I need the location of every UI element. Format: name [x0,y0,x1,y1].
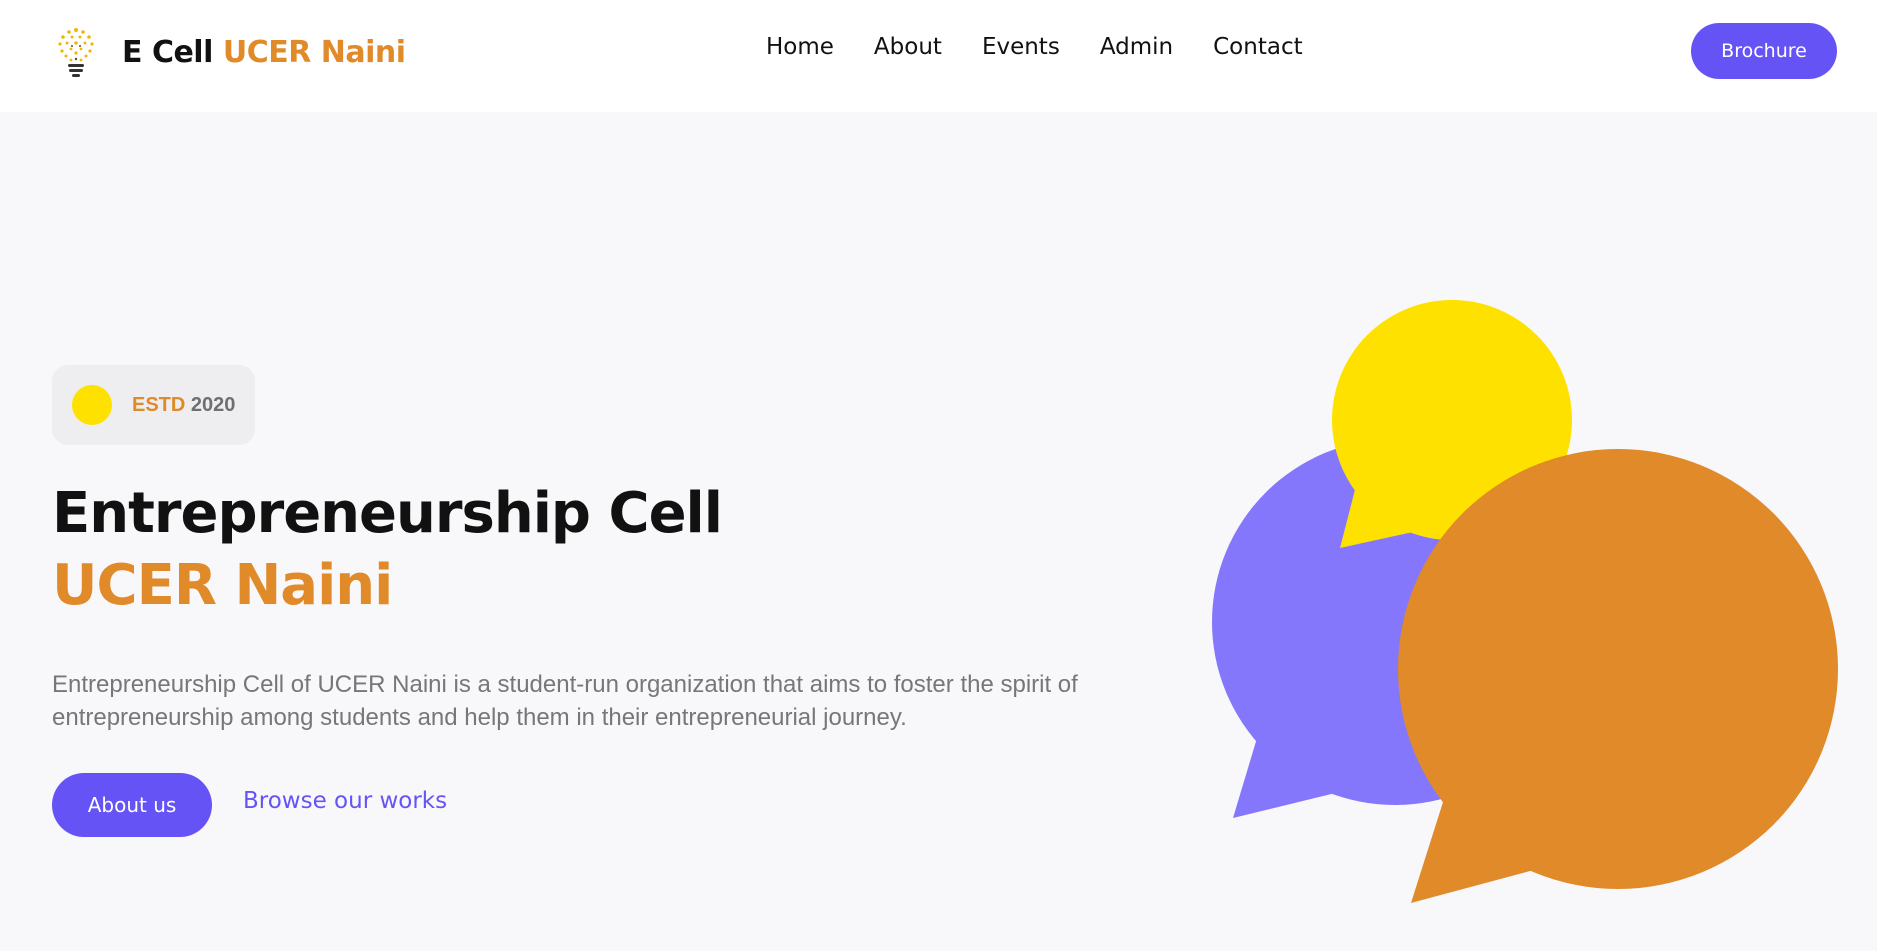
brand-name-part2: UCER Naini [222,34,406,70]
about-us-button[interactable]: About us [52,773,212,837]
estd-badge: ESTD 2020 [52,365,255,445]
lightbulb-icon [58,28,94,77]
nav-home[interactable]: Home [766,34,834,60]
nav-admin[interactable]: Admin [1100,34,1173,60]
hero-title: Entrepreneurship Cell UCER Naini [52,478,723,622]
browse-works-link[interactable]: Browse our works [243,788,447,814]
main-nav: Home About Events Admin Contact [766,34,1303,60]
nav-events[interactable]: Events [982,34,1060,60]
orange-bubble [1398,449,1838,903]
hero-description: Entrepreneurship Cell of UCER Naini is a… [52,671,1078,731]
site-header: E Cell UCER Naini Home About Events Admi… [0,0,1877,112]
estd-year: 2020 [190,393,236,416]
hero-title-line1: Entrepreneurship Cell [52,481,723,546]
estd-text: ESTD 2020 [132,394,235,417]
speech-bubbles-illustration [1212,300,1838,903]
brand-name: E Cell UCER Naini [122,35,406,70]
brochure-button[interactable]: Brochure [1691,23,1837,79]
logo[interactable]: E Cell UCER Naini [52,16,406,88]
nav-contact[interactable]: Contact [1213,34,1302,60]
estd-label: ESTD [132,393,186,416]
hero-title-line2: UCER Naini [52,553,393,618]
nav-about[interactable]: About [874,34,942,60]
brand-name-part1: E Cell [122,34,213,70]
yellow-dot-icon [72,385,112,425]
